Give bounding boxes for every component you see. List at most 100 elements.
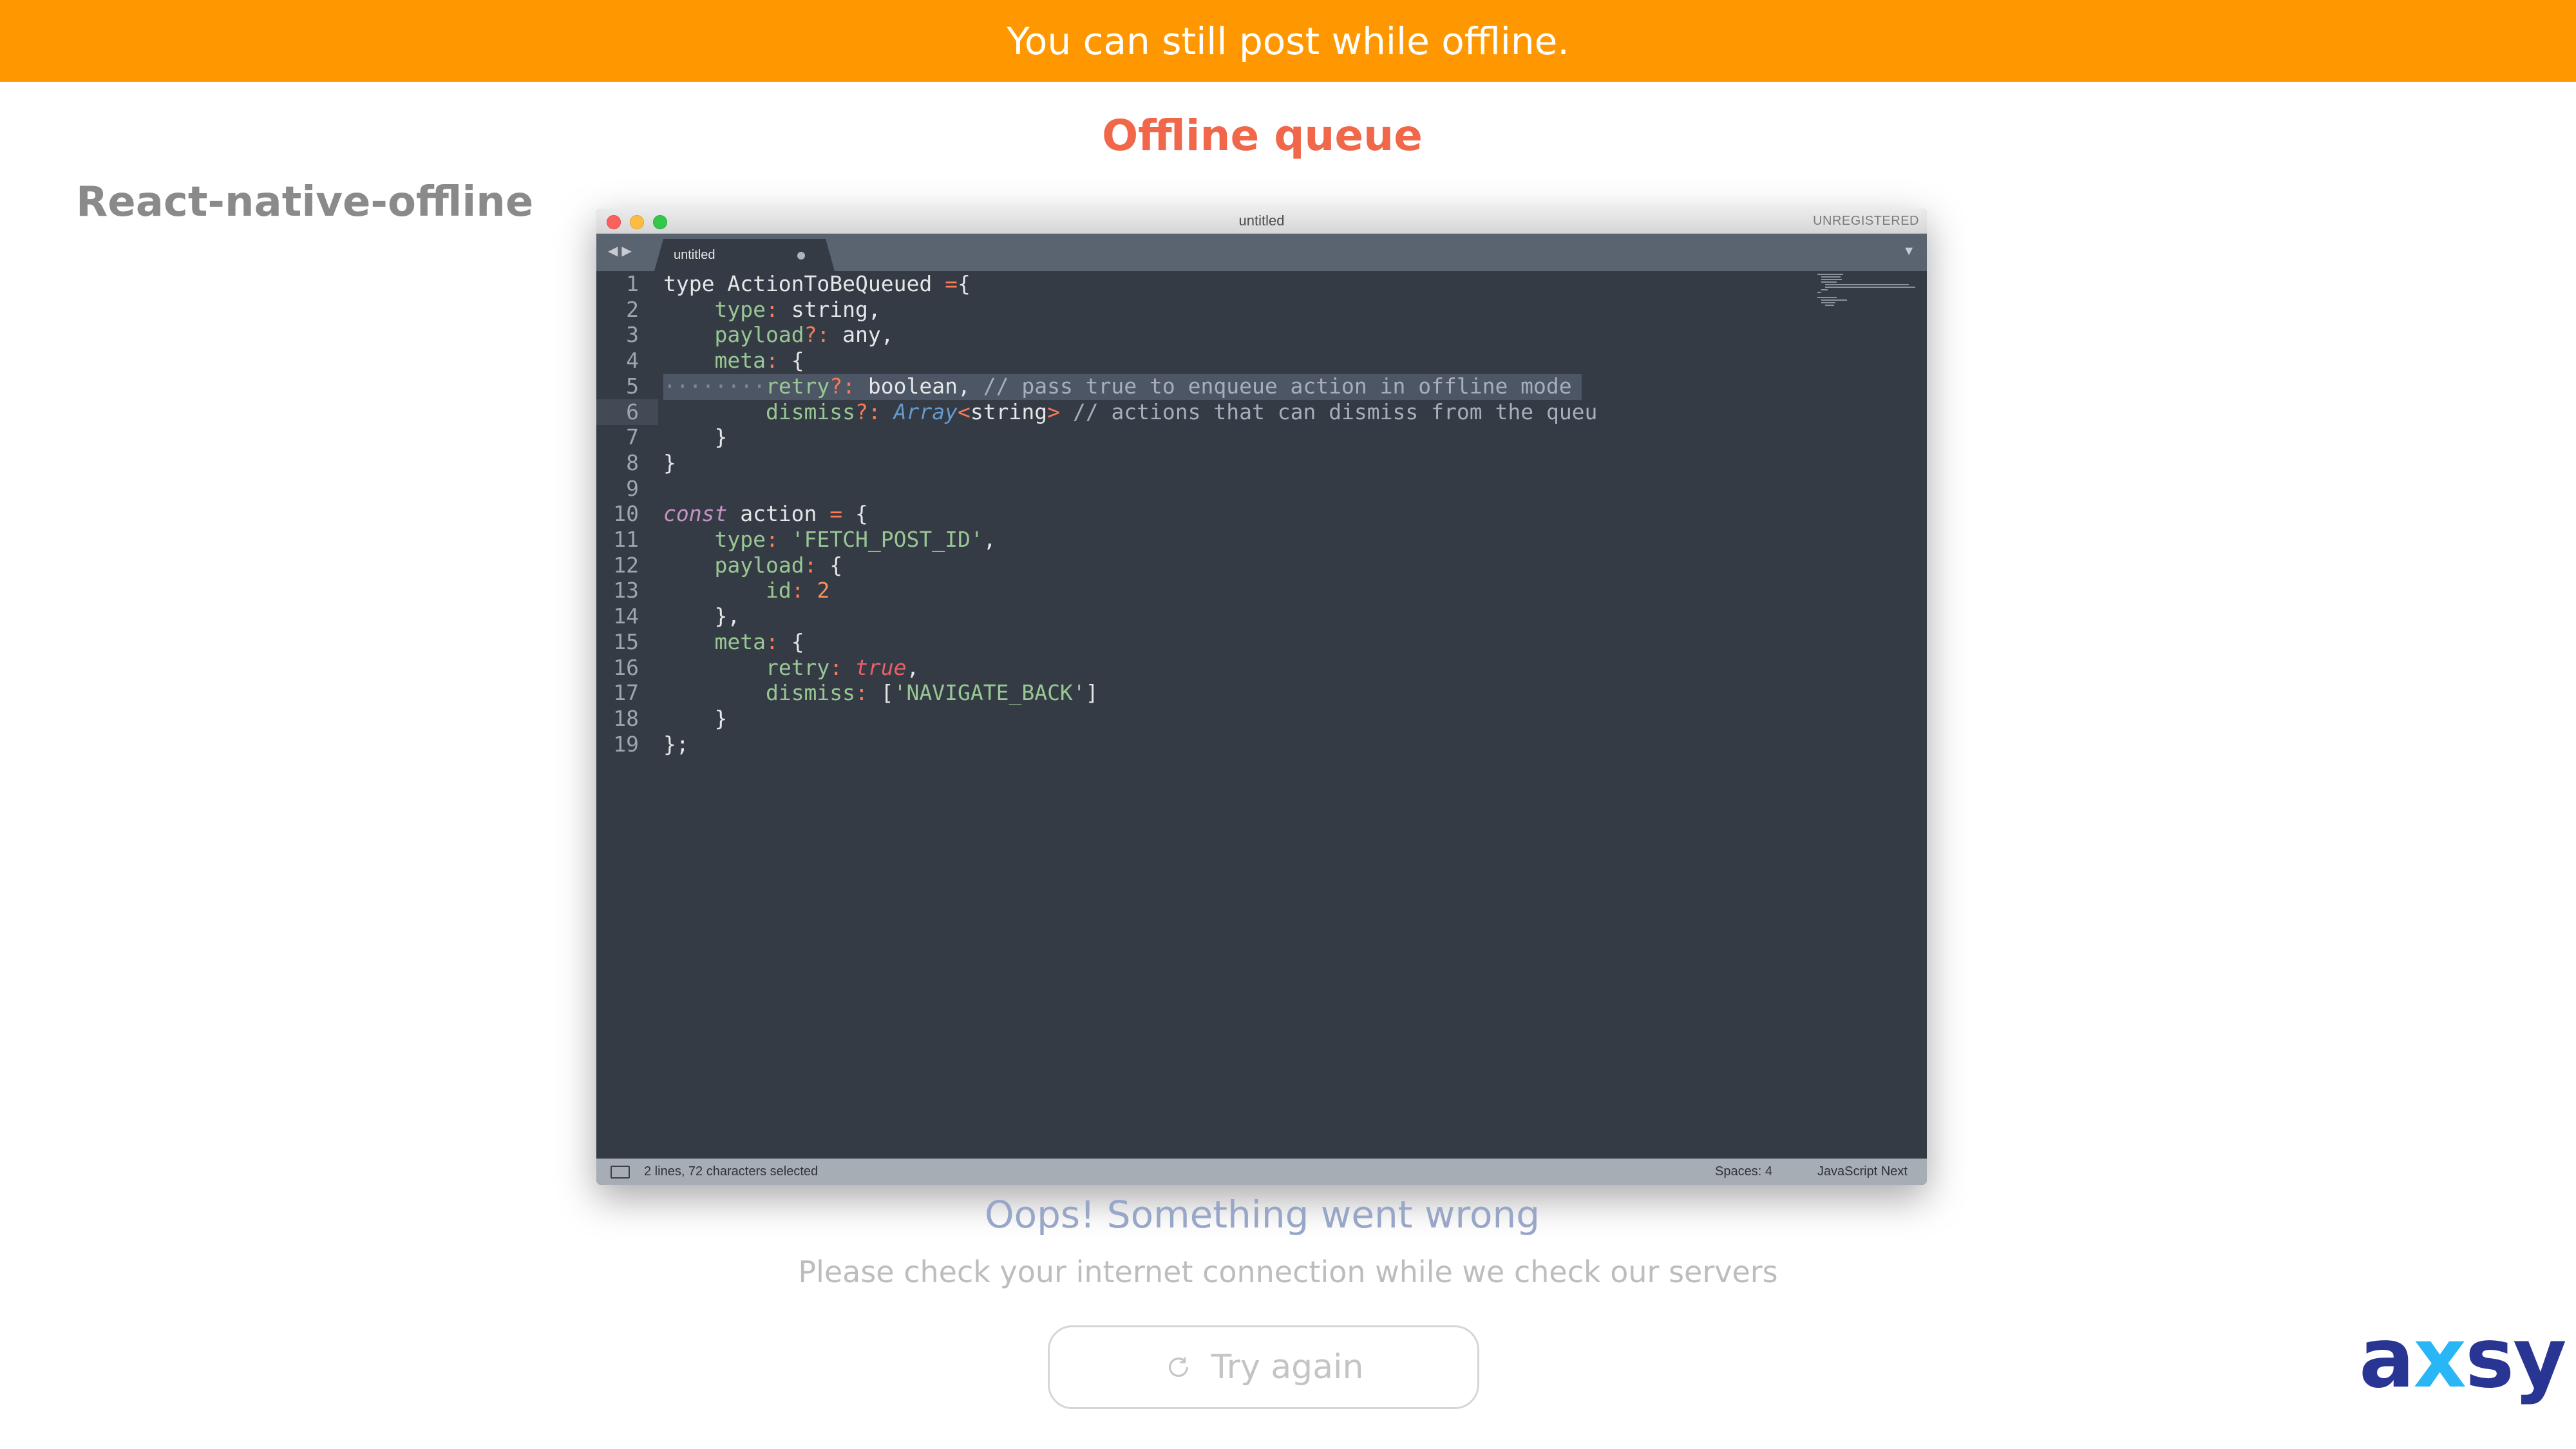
code-line[interactable]: type: 'FETCH_POST_ID', (663, 527, 996, 553)
line-number[interactable]: 4 (626, 348, 639, 374)
code-token: any, (829, 322, 894, 348)
code-line[interactable]: dismiss: ['NAVIGATE_BACK'] (663, 680, 1099, 706)
line-number[interactable]: 5 (626, 374, 639, 399)
code-token: payload (714, 322, 804, 348)
window-title: untitled (1238, 213, 1285, 229)
code-token: [ (867, 680, 894, 706)
syntax-status[interactable]: JavaScript Next (1817, 1164, 1908, 1179)
code-token: ?: (804, 322, 830, 348)
code-line[interactable]: type: string, (663, 296, 881, 323)
line-number[interactable]: 10 (613, 501, 639, 527)
line-number[interactable]: 15 (613, 629, 639, 655)
code-token: string (970, 399, 1048, 424)
window-titlebar[interactable]: untitled UNREGISTERED (596, 209, 1927, 234)
code-line[interactable]: meta: { (663, 629, 804, 655)
line-number[interactable]: 14 (613, 603, 639, 629)
code-token: const (663, 501, 728, 527)
code-token: string, (778, 296, 881, 322)
code-token: type ActionToBeQueued (663, 271, 945, 296)
tab-untitled[interactable]: untitled (654, 239, 835, 271)
tab-nav-arrows-icon[interactable]: ◀▶ (608, 243, 636, 259)
line-number[interactable]: 9 (626, 476, 639, 502)
try-again-button[interactable]: Try again (1048, 1325, 1479, 1409)
code-line[interactable]: const action = { (663, 501, 868, 527)
code-token: : (829, 654, 843, 680)
code-line[interactable]: }; (663, 732, 689, 757)
code-token: }, (663, 603, 741, 629)
code-line[interactable]: payload: { (663, 553, 842, 578)
code-token: ?: (855, 399, 881, 424)
line-number[interactable]: 6 (596, 399, 658, 425)
side-title: React-native-offline (76, 178, 534, 226)
code-token: } (663, 424, 728, 450)
code-token: : (791, 578, 804, 603)
code-token: // actions that can dismiss from the que… (1072, 399, 1598, 424)
code-token: }; (663, 731, 689, 757)
tab-menu-chevron-icon[interactable]: ▼ (1902, 244, 1915, 259)
try-again-label: Try again (1211, 1348, 1364, 1387)
code-token: type (714, 296, 766, 322)
line-number[interactable]: 16 (613, 655, 639, 681)
code-token: retry (765, 373, 830, 399)
code-line[interactable]: id: 2 (663, 578, 829, 603)
line-number[interactable]: 3 (626, 322, 639, 348)
code-line[interactable]: } (663, 424, 727, 450)
line-number[interactable]: 19 (613, 732, 639, 757)
offline-banner-text: You can still post while offline. (1007, 19, 1569, 63)
line-number[interactable]: 2 (626, 297, 639, 323)
code-line[interactable]: dismiss?: Array<string> // actions that … (663, 399, 1597, 425)
line-number[interactable]: 12 (613, 553, 639, 578)
line-number[interactable]: 17 (613, 680, 639, 706)
error-title: Oops! Something went wrong (984, 1193, 1540, 1236)
indentation-status[interactable]: Spaces: 4 (1715, 1164, 1772, 1179)
code-token: meta (714, 348, 766, 374)
code-token: dismiss (765, 399, 856, 424)
refresh-icon (1168, 1357, 1188, 1377)
code-line[interactable]: payload?: any, (663, 322, 894, 348)
panel-toggle-icon[interactable] (611, 1166, 630, 1179)
code-token: // pass true to enqueue action in offlin… (983, 373, 1572, 399)
code-token: : (765, 629, 779, 654)
tab-bar: ◀▶ untitled ▼ (596, 234, 1927, 271)
code-line[interactable]: ········retry?: boolean, // pass true to… (663, 374, 1572, 399)
unsaved-dot-icon[interactable] (797, 252, 805, 260)
code-token: 'NAVIGATE_BACK' (893, 680, 1086, 706)
code-token: type (714, 527, 766, 552)
code-line[interactable]: type ActionToBeQueued ={ (663, 271, 971, 297)
code-token: , (983, 527, 996, 552)
code-token: : (765, 296, 779, 322)
code-token: dismiss (765, 680, 856, 706)
code-line[interactable]: } (663, 450, 676, 476)
code-line[interactable]: meta: { (663, 348, 804, 374)
code-line[interactable]: } (663, 706, 727, 732)
minimap[interactable] (1817, 274, 1915, 319)
code-editor[interactable]: 1 2 3 4 5 6 7 8 9 10 11 12 13 14 15 16 17 18 19 type Actio… (596, 271, 1927, 1159)
line-number[interactable]: 18 (613, 706, 639, 732)
registration-status: UNREGISTERED (1813, 214, 1919, 228)
code-token: = (829, 501, 843, 527)
code-token: { (778, 629, 804, 654)
code-line[interactable]: }, (663, 603, 740, 629)
code-token: retry (765, 654, 830, 680)
line-number[interactable]: 13 (613, 578, 639, 603)
line-number[interactable]: 7 (626, 424, 639, 450)
code-line[interactable]: retry: true, (663, 655, 919, 681)
line-number[interactable]: 1 (626, 271, 639, 297)
tab-label: untitled (674, 248, 715, 262)
line-number[interactable]: 11 (613, 527, 639, 553)
line-number[interactable]: 8 (626, 450, 639, 476)
code-token: { (957, 271, 971, 296)
code-token: < (958, 399, 971, 424)
code-token: { (842, 501, 868, 527)
code-area[interactable]: type ActionToBeQueued ={ type: string, p… (663, 271, 1927, 1159)
error-message: Please check your internet connection wh… (798, 1255, 1778, 1289)
